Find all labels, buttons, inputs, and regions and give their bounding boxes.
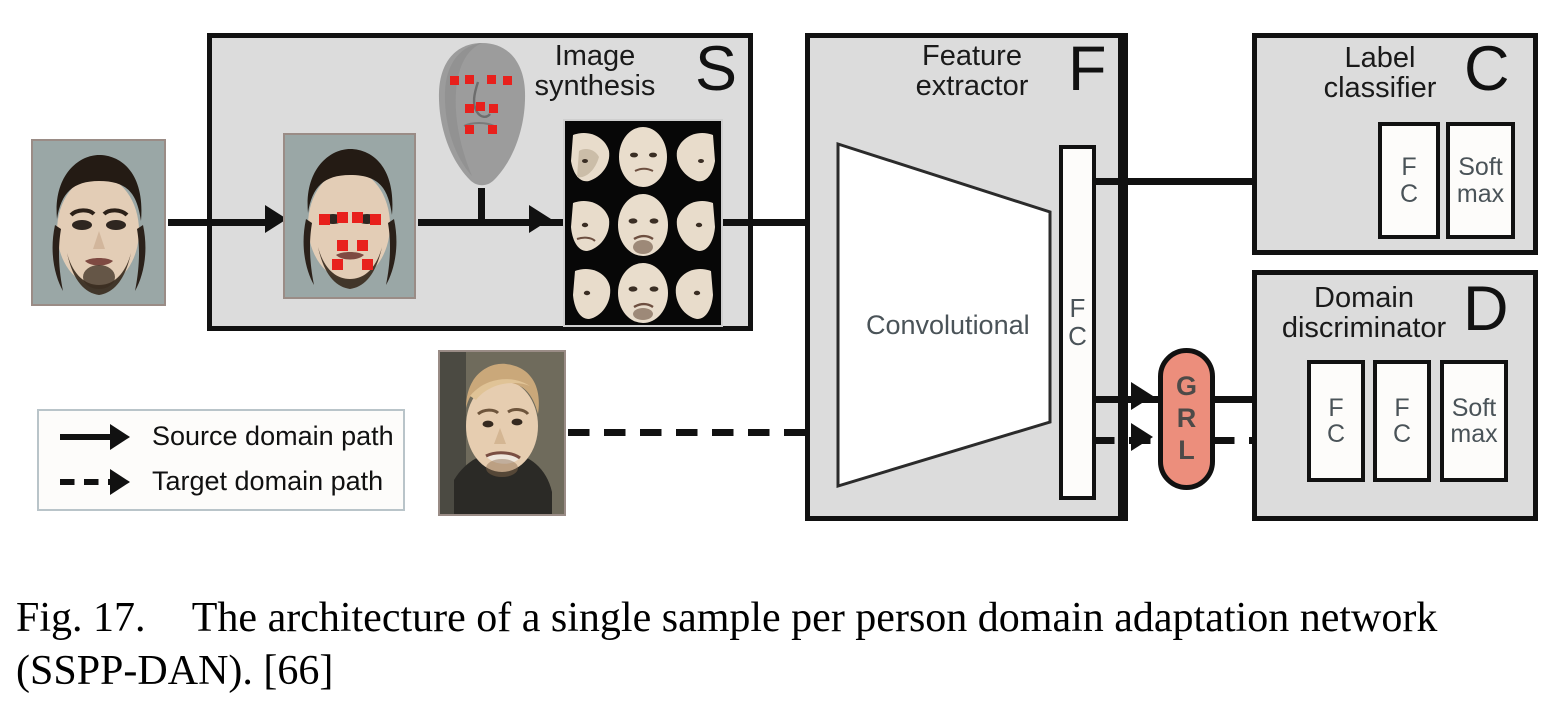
landmarked-face-photo bbox=[283, 133, 416, 299]
module-domain-discriminator-title: Domain discriminator bbox=[1281, 282, 1447, 344]
arrow-feature-to-grl-dashed-head bbox=[1131, 423, 1153, 451]
domain-discriminator-fc1-unit: F C bbox=[1307, 360, 1365, 482]
domain-discriminator-fc2-unit: F C bbox=[1373, 360, 1431, 482]
module-image-synthesis-letter: S bbox=[695, 34, 738, 104]
feature-output-trunk bbox=[1121, 33, 1128, 521]
module-feature-extractor-title: Feature extractor bbox=[915, 40, 1029, 102]
figure-caption: Fig. 17. The architecture of a single sa… bbox=[16, 592, 1536, 697]
target-face-art bbox=[440, 352, 564, 514]
domain-discriminator-softmax-unit: Soft max bbox=[1440, 360, 1508, 482]
synthesized-face-grid-art bbox=[565, 121, 721, 325]
figure-caption-text: The architecture of a single sample per … bbox=[16, 595, 1438, 694]
module-label-classifier-letter: C bbox=[1464, 34, 1510, 104]
arrow-feature-to-grl-solid-head bbox=[1131, 382, 1153, 410]
grl-letter-g: G bbox=[1175, 371, 1197, 402]
arrow-landmark-to-synthesis-head bbox=[529, 205, 551, 233]
landmarked-face-art bbox=[285, 135, 414, 297]
source-face-art bbox=[33, 141, 164, 304]
legend-row-target: Target domain path bbox=[60, 466, 383, 497]
convolutional-label: Convolutional bbox=[866, 310, 1030, 340]
legend-row-source: Source domain path bbox=[60, 421, 394, 452]
module-domain-discriminator-letter: D bbox=[1463, 274, 1509, 344]
legend-label-source: Source domain path bbox=[152, 421, 394, 451]
legend-label-target: Target domain path bbox=[152, 466, 384, 496]
arrow-feature-to-classifier-line bbox=[1093, 178, 1272, 185]
dashed-arrow-icon bbox=[60, 468, 138, 495]
figure-canvas: Image synthesis S Feature extractor F Co… bbox=[0, 0, 1552, 714]
feature-extractor-fc-unit: F C bbox=[1059, 145, 1096, 500]
target-input-face-photo bbox=[438, 350, 566, 516]
gradient-reversal-layer: G R L bbox=[1158, 348, 1215, 490]
synthesized-face-grid bbox=[563, 119, 723, 327]
arrow-synthesis-to-feature-line bbox=[723, 219, 815, 226]
arrow-target-to-feature-dashed bbox=[568, 429, 816, 436]
figure-caption-label: Fig. 17. bbox=[16, 595, 146, 641]
grl-letter-l: L bbox=[1178, 434, 1195, 465]
module-feature-extractor-letter: F bbox=[1068, 34, 1107, 104]
label-classifier-softmax-unit: Soft max bbox=[1446, 122, 1515, 239]
module-label-classifier-title: Label classifier bbox=[1323, 42, 1437, 104]
label-classifier-fc-unit: F C bbox=[1378, 122, 1440, 239]
grl-letter-r: R bbox=[1176, 403, 1197, 434]
source-input-face-photo bbox=[31, 139, 166, 306]
three-d-face-model bbox=[432, 40, 532, 195]
mesh-dropline bbox=[478, 188, 485, 222]
three-d-face-mesh-art bbox=[438, 43, 526, 186]
arrow-source-to-landmark-line bbox=[168, 219, 268, 226]
solid-arrow-icon bbox=[60, 423, 138, 450]
